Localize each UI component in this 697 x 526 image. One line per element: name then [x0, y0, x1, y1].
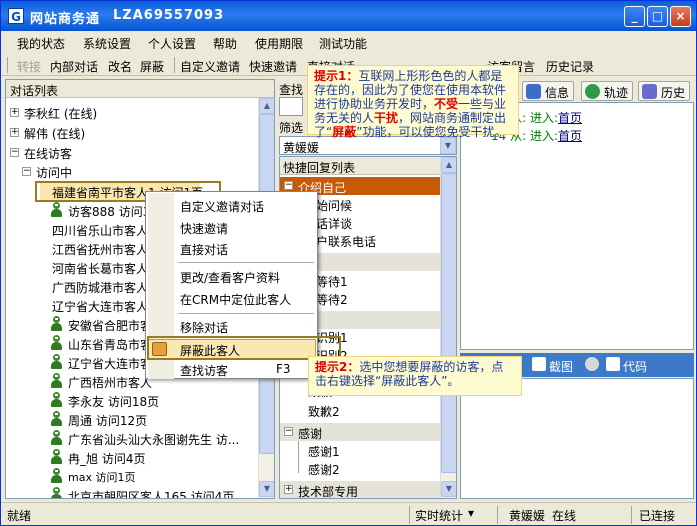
- close-button[interactable]: ×: [670, 6, 691, 27]
- block-button[interactable]: 屏蔽: [140, 58, 164, 75]
- quick-reply-item[interactable]: 感谢1: [308, 443, 340, 461]
- quick-reply-item[interactable]: 等待1: [316, 273, 348, 291]
- status-connected: 已连接: [639, 509, 676, 523]
- visitor-icon: [50, 430, 63, 446]
- status-separator: [409, 506, 410, 524]
- chat-link[interactable]: 首页: [558, 129, 582, 143]
- app-logo-icon: G: [8, 8, 24, 24]
- status-user: 黄媛媛: [509, 509, 546, 523]
- menu-help[interactable]: 帮助: [213, 35, 237, 52]
- quick-invite-button[interactable]: 快速邀请: [249, 58, 297, 75]
- menu-shortcut: F3: [276, 362, 291, 376]
- visitor-icon: [50, 392, 63, 408]
- expand-icon[interactable]: +: [284, 485, 293, 494]
- emoji-icon[interactable]: [585, 357, 599, 371]
- chat-link[interactable]: 首页: [558, 111, 582, 125]
- quick-reply-header: 快捷回复列表: [280, 157, 456, 175]
- tip-1-callout: 提示1：互联网上形形色色的人都是存在的，因此为了使您在使用本软件进行协助业务开发…: [307, 65, 519, 139]
- visitor-icon: [50, 468, 63, 484]
- minimize-button[interactable]: _: [624, 6, 645, 27]
- visitor-icon: [50, 487, 63, 498]
- menu-item-quick-invite[interactable]: 快速邀请: [180, 220, 228, 237]
- app-window: G 网站商务通 LZA69557093 _ □ × 我的状态 系统设置 个人设置…: [0, 0, 697, 526]
- visitor-icon: [50, 316, 63, 332]
- quick-reply-item[interactable]: 等待2: [316, 291, 348, 309]
- menu-test-functions[interactable]: 测试功能: [319, 35, 367, 52]
- menu-item-edit-customer[interactable]: 更改/查看客户资料: [180, 269, 280, 286]
- menu-separator: [178, 262, 314, 263]
- find-input[interactable]: [279, 97, 303, 116]
- collapse-icon[interactable]: −: [22, 167, 31, 176]
- toolbar-separator: [174, 57, 175, 73]
- status-online: 在线: [552, 509, 577, 523]
- find-label: 查找: [279, 83, 304, 97]
- custom-invite-button[interactable]: 自定义邀请: [180, 58, 240, 75]
- status-separator: [631, 506, 632, 524]
- panel-header: 对话列表: [6, 80, 274, 98]
- visitor-icon: [50, 373, 63, 389]
- screenshot-icon: [532, 357, 546, 371]
- menu-item-remove-chat[interactable]: 移除对话: [180, 319, 228, 336]
- menu-license-period[interactable]: 使用期限: [255, 35, 303, 52]
- status-separator: [497, 506, 498, 524]
- menu-item-crm-locate[interactable]: 在CRM中定位此客人: [180, 291, 291, 308]
- scroll-up-icon[interactable]: ▲: [441, 157, 456, 173]
- expand-icon[interactable]: +: [10, 128, 19, 137]
- collapse-icon[interactable]: −: [284, 181, 293, 190]
- app-title: 网站商务通: [30, 12, 101, 27]
- code-icon: [606, 357, 620, 371]
- transfer-button[interactable]: 转接: [17, 58, 41, 75]
- tip-2-callout: 提示2：选中您想要屏蔽的访客，点击右键选择“屏蔽此客人”。: [308, 356, 522, 396]
- rename-button[interactable]: 改名: [108, 58, 132, 75]
- tab-info[interactable]: 信息: [522, 81, 575, 101]
- chevron-down-icon[interactable]: ▾: [468, 506, 474, 520]
- quick-reply-item[interactable]: 感谢2: [308, 461, 340, 479]
- title-bar[interactable]: G 网站商务通 LZA69557093 _ □ ×: [1, 1, 696, 31]
- info-icon: [526, 84, 541, 99]
- menu-my-status[interactable]: 我的状态: [17, 35, 65, 52]
- maximize-button[interactable]: □: [647, 6, 668, 27]
- menu-bar: 我的状态 系统设置 个人设置 帮助 使用期限 测试功能: [1, 31, 696, 53]
- screenshot-button[interactable]: 截图: [549, 358, 573, 375]
- quick-reply-group[interactable]: + 技术部专用: [280, 481, 440, 498]
- scroll-up-icon[interactable]: ▲: [259, 98, 274, 114]
- collapse-icon[interactable]: −: [10, 148, 19, 157]
- scroll-thumb[interactable]: [441, 173, 456, 473]
- code-button[interactable]: 代码: [623, 358, 647, 375]
- quick-reply-group[interactable]: − 感谢: [280, 423, 440, 441]
- status-bar: 就绪 实时统计 ▾ 黄媛媛 在线 已连接: [1, 502, 696, 525]
- quick-reply-scrollbar[interactable]: ▲ ▼: [440, 157, 456, 498]
- visitor-icon: [50, 411, 63, 427]
- history-icon: [642, 84, 657, 99]
- tab-track[interactable]: 轨迹: [581, 81, 634, 101]
- filter-label: 筛选: [279, 121, 304, 135]
- tree-line: [298, 441, 299, 473]
- menu-item-find-visitor[interactable]: 查找访客: [180, 362, 228, 379]
- chat-input[interactable]: [460, 378, 694, 499]
- status-ready: 就绪: [7, 509, 32, 523]
- internal-chat-button[interactable]: 内部对话: [50, 58, 98, 75]
- menu-system-settings[interactable]: 系统设置: [83, 35, 131, 52]
- chevron-down-icon[interactable]: ▼: [440, 137, 456, 154]
- account-id: LZA69557093: [113, 8, 225, 23]
- visitor-icon: [50, 449, 63, 465]
- visitor-icon: [50, 335, 63, 351]
- visitor-icon: [50, 202, 63, 218]
- menu-separator: [178, 313, 314, 314]
- tab-history[interactable]: 历史: [638, 81, 691, 101]
- toolbar-grip: [7, 57, 8, 73]
- expand-icon[interactable]: +: [10, 108, 19, 117]
- chat-display: 14 从: 进入:首页 14 从: 进入:首页: [460, 102, 694, 350]
- collapse-icon[interactable]: −: [284, 427, 293, 436]
- menu-item-custom-invite[interactable]: 自定义邀请对话: [180, 198, 264, 215]
- realtime-stats-button[interactable]: 实时统计: [415, 507, 463, 524]
- menu-personal-settings[interactable]: 个人设置: [148, 35, 196, 52]
- history-button[interactable]: 历史记录: [546, 58, 594, 75]
- menu-item-direct-chat[interactable]: 直接对话: [180, 241, 228, 258]
- scroll-down-icon[interactable]: ▼: [441, 481, 456, 497]
- quick-reply-item[interactable]: 致歉2: [308, 403, 340, 421]
- globe-icon: [585, 84, 600, 99]
- visitor-icon: [50, 354, 63, 370]
- scroll-down-icon[interactable]: ▼: [259, 481, 274, 497]
